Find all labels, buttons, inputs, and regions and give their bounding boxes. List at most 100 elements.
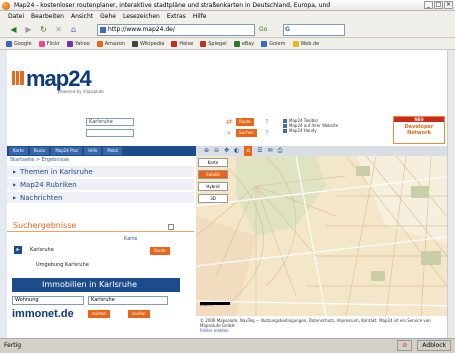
- result-map-link[interactable]: Karte: [124, 236, 137, 242]
- rent-button[interactable]: mieten: [88, 310, 111, 318]
- bookmark-item[interactable]: Golem: [261, 40, 286, 47]
- url-bar[interactable]: http://www.map24.de/: [97, 23, 255, 36]
- bookmark-label: Yahoo: [75, 40, 90, 47]
- developer-label: Developer Network: [404, 124, 434, 136]
- promo-label: Map24 Handy: [289, 128, 317, 133]
- bookmark-label: Web.de: [300, 40, 320, 47]
- view-map-button[interactable]: Karte: [198, 158, 228, 167]
- menu-file[interactable]: Datei: [8, 11, 24, 22]
- maximize-button[interactable]: □: [434, 1, 443, 9]
- property-type-select[interactable]: Wohnung: [12, 296, 84, 305]
- tab-route[interactable]: Route: [29, 147, 50, 155]
- nav-item-news[interactable]: Nachrichten: [7, 192, 194, 204]
- forward-icon[interactable]: ▶: [23, 24, 34, 35]
- map-footer-text: © 2006 Mapsolute, NavTeq — Nutzungsbedin…: [200, 318, 431, 328]
- bookmark-icon: [292, 40, 299, 47]
- firefox-icon: [2, 2, 10, 10]
- bookmark-item[interactable]: Heise: [171, 40, 193, 47]
- breadcrumb[interactable]: Startseite > Ergebnisse: [10, 157, 69, 163]
- immonet-logo-text: immonet.de: [12, 308, 74, 320]
- search-icon: ⌕: [227, 129, 231, 137]
- tab-mobile[interactable]: Mobil: [103, 147, 123, 155]
- immobilien-header[interactable]: Immobilien in Karlsruhe: [12, 278, 180, 292]
- go-button[interactable]: Go: [259, 24, 279, 35]
- block-icon[interactable]: ⊘: [397, 340, 413, 351]
- bookmark-label: Flickr: [46, 40, 60, 47]
- result-name[interactable]: Karlsruhe: [30, 247, 54, 253]
- developer-network-badge[interactable]: NEU Developer Network: [393, 116, 445, 144]
- zoom-out-icon[interactable]: ⊖: [214, 146, 219, 156]
- view-hybrid-button[interactable]: Hybrid: [198, 182, 228, 191]
- vertical-scrollbar[interactable]: [447, 50, 455, 338]
- logo-mark: [12, 71, 24, 85]
- bookmark-label: eBay: [241, 40, 255, 47]
- tab-map[interactable]: Karte: [9, 147, 28, 155]
- bookmark-icon: [233, 40, 240, 47]
- bookmark-item[interactable]: Spiegel: [200, 40, 227, 47]
- website-icon: [283, 123, 287, 128]
- bookmark-icon: [67, 40, 73, 47]
- menu-bar: Datei Bearbeiten Ansicht Gehe Lesezeiche…: [0, 11, 455, 22]
- zoom-in-icon[interactable]: ⊕: [204, 146, 209, 156]
- promo-links: Map24 Toolbar Map24 auf Ihrer Website Ma…: [283, 118, 383, 133]
- home-icon[interactable]: ⌂: [68, 24, 79, 35]
- adblock-status[interactable]: Adblock: [417, 340, 451, 351]
- bookmark-label: Amazon: [104, 40, 125, 47]
- result-route-button[interactable]: Route: [150, 247, 170, 255]
- result-detail[interactable]: Umgebung Karlsruhe: [36, 262, 89, 268]
- map24-logo[interactable]: map24: [26, 68, 92, 90]
- print-icon[interactable]: ⎙: [278, 146, 283, 156]
- tab-plus[interactable]: Map24 Plus: [51, 147, 83, 155]
- buy-button[interactable]: kaufen: [128, 310, 150, 318]
- title-bar: Map24 - kostenloser routenplaner, intera…: [0, 0, 455, 11]
- back-icon[interactable]: ◀: [8, 24, 19, 35]
- route-button[interactable]: Route: [236, 118, 254, 126]
- help-icon-2[interactable]: ?: [263, 129, 271, 137]
- bookmark-item[interactable]: Wikipedia: [131, 40, 164, 47]
- mail-icon[interactable]: ✉: [268, 146, 273, 156]
- bookmark-item[interactable]: Flickr: [38, 40, 60, 47]
- layer-icon[interactable]: ◐: [234, 146, 239, 156]
- nav-toolbar: ◀ ▶ ↻ ✕ ⌂ http://www.map24.de/ Go: [0, 22, 455, 38]
- bookmark-icon: [96, 40, 103, 47]
- bookmark-icon: [6, 40, 12, 47]
- tab-help[interactable]: Hilfe: [84, 147, 102, 155]
- search-input[interactable]: [283, 23, 345, 36]
- browser-window: Map24 - kostenloser routenplaner, intera…: [0, 0, 455, 353]
- bookmark-item[interactable]: eBay: [233, 40, 255, 47]
- map-scale-label: 200 m: [200, 302, 213, 307]
- immonet-logo[interactable]: immonet.de: [12, 307, 74, 321]
- pan-icon[interactable]: ✥: [224, 146, 229, 156]
- map-footer-link[interactable]: Fehler melden: [200, 328, 229, 333]
- nav-item-topics[interactable]: Themen in Karlsruhe: [7, 166, 194, 178]
- menu-help[interactable]: Hilfe: [193, 11, 207, 22]
- menu-tools[interactable]: Extras: [167, 11, 186, 22]
- menu-go[interactable]: Gehe: [100, 11, 116, 22]
- result-marker-icon[interactable]: ▸: [14, 246, 22, 254]
- menu-bookmarks[interactable]: Lesezeichen: [123, 11, 160, 22]
- bookmark-item[interactable]: Google: [6, 40, 32, 47]
- map-canvas[interactable]: [196, 156, 455, 316]
- search-button[interactable]: Suchen: [236, 129, 257, 137]
- reload-icon[interactable]: ↻: [38, 24, 49, 35]
- nav-item-rubrics[interactable]: Map24 Rubriken: [7, 179, 194, 191]
- stop-icon[interactable]: ✕: [53, 24, 64, 35]
- list-icon[interactable]: ☰: [257, 146, 262, 156]
- view-3d-button[interactable]: 3D: [198, 194, 228, 203]
- from-input[interactable]: Karlsruhe: [86, 118, 134, 126]
- city-select[interactable]: Karlsruhe: [88, 296, 168, 305]
- minimize-button[interactable]: _: [424, 1, 433, 9]
- menu-edit[interactable]: Bearbeiten: [31, 11, 64, 22]
- view-satellite-button[interactable]: Satellit: [198, 170, 228, 179]
- results-toggle-icon[interactable]: [168, 224, 174, 230]
- bookmark-item[interactable]: Amazon: [96, 40, 125, 47]
- to-input[interactable]: [86, 129, 134, 137]
- bookmark-item[interactable]: Web.de: [292, 40, 320, 47]
- promo-mobile[interactable]: Map24 Handy: [283, 128, 383, 133]
- menu-view[interactable]: Ansicht: [71, 11, 93, 22]
- bookmark-icon: [261, 40, 268, 47]
- close-button[interactable]: ×: [444, 1, 453, 9]
- help-icon[interactable]: ?: [263, 118, 271, 126]
- home-map-icon[interactable]: ⌂: [244, 146, 253, 156]
- bookmark-item[interactable]: Yahoo: [67, 40, 90, 47]
